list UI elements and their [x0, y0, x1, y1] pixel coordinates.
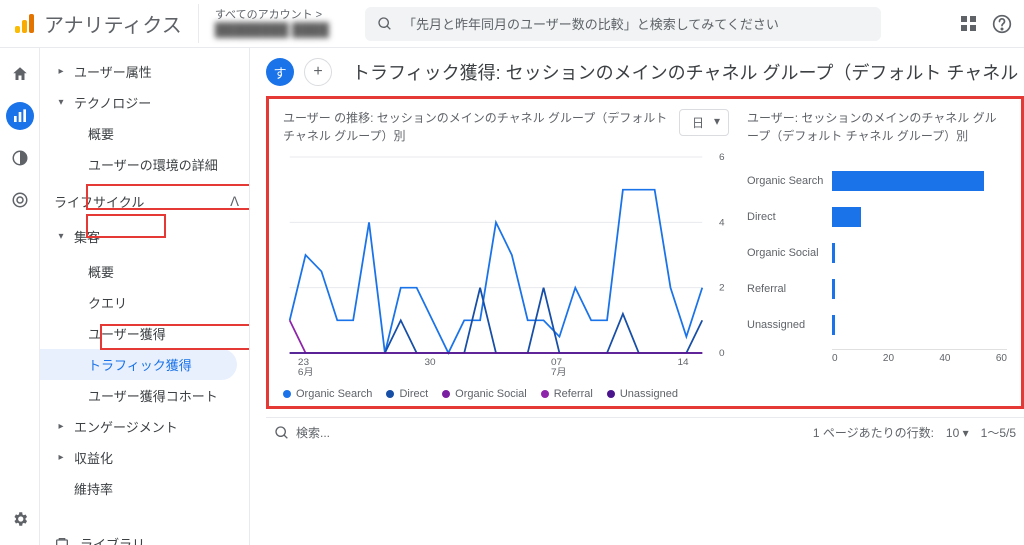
search-icon [274, 425, 290, 441]
svg-text:7月: 7月 [551, 367, 567, 377]
apps-icon[interactable] [961, 16, 976, 31]
svg-text:30: 30 [424, 357, 435, 367]
page-range: 1～5/5 [981, 424, 1016, 441]
bar-chart: Organic SearchDirectOrganic SocialReferr… [747, 163, 1007, 343]
nav-retention[interactable]: 維持率 [40, 473, 249, 504]
account-selector[interactable]: すべてのアカウント > ████████ ████ [198, 4, 345, 43]
bar-chart-title: ユーザー: セッションのメインのチャネル グループ（デフォルト チャネル グルー… [747, 109, 1007, 145]
svg-text:4: 4 [719, 218, 725, 228]
nav-acq-query[interactable]: クエリ [40, 287, 249, 318]
legend-item[interactable]: Organic Search [283, 388, 372, 400]
granularity-select[interactable]: 日 [679, 109, 729, 136]
nav-acq-cohort[interactable]: ユーザー獲得コホート [40, 380, 249, 411]
rows-per-page-label: 1 ページあたりの行数: [813, 424, 934, 441]
bar-chart-axis: 0204060 [832, 349, 1007, 364]
nav-tech-overview[interactable]: 概要 [40, 118, 249, 149]
rail-home-icon[interactable] [6, 60, 34, 88]
nav-acq-traffic[interactable]: トラフィック獲得 [40, 349, 237, 380]
analytics-logo-icon [12, 12, 36, 36]
table-search[interactable]: 検索... [274, 424, 803, 441]
legend-item[interactable]: Referral [541, 388, 593, 400]
highlighted-panel: ユーザー の推移: セッションのメインのチャネル グループ（デフォルト チャネル… [266, 96, 1024, 409]
page-title: トラフィック獲得: セッションのメインのチャネル グループ（デフォルト チャネル [352, 59, 1018, 85]
bar-row: Organic Search [747, 163, 1007, 199]
line-chart-legend: Organic Search Direct Organic Social Referr… [283, 388, 729, 400]
svg-text:14: 14 [677, 357, 689, 367]
legend-item[interactable]: Unassigned [607, 388, 678, 400]
nav-technology[interactable]: ▾テクノロジー [40, 87, 249, 118]
bar-row: Direct [747, 199, 1007, 235]
nav-acquisition[interactable]: ▾集客 [40, 221, 249, 252]
svg-text:6: 6 [719, 152, 725, 162]
add-segment-button[interactable]: + [304, 58, 332, 86]
svg-text:23: 23 [298, 357, 309, 367]
main-area: す + トラフィック獲得: セッションのメインのチャネル グループ（デフォルト … [250, 48, 1024, 545]
nav-acq-overview[interactable]: 概要 [40, 256, 249, 287]
bar-row: Referral [747, 271, 1007, 307]
legend-item[interactable]: Organic Social [442, 388, 527, 400]
svg-text:2: 2 [719, 283, 725, 293]
svg-text:6月: 6月 [298, 367, 314, 377]
search-input[interactable]: 「先月と昨年同月のユーザー数の比較」と検索してみてください [365, 7, 881, 41]
rail-reports-icon[interactable] [6, 102, 34, 130]
nav-acq-user[interactable]: ユーザー獲得 [40, 318, 249, 349]
search-icon [377, 16, 393, 32]
nav-library[interactable]: ライブラリ [40, 528, 249, 545]
bar-row: Unassigned [747, 307, 1007, 343]
nav-tech-detail[interactable]: ユーザーの環境の詳細 [40, 149, 249, 180]
table-controls: 検索... 1 ページあたりの行数: 10 ▾ 1～5/5 [266, 417, 1024, 447]
side-nav: ▸ユーザー属性 ▾テクノロジー 概要 ユーザーの環境の詳細 ライフサイクルᐱ ▾… [40, 48, 250, 545]
rail-admin-icon[interactable] [6, 505, 34, 533]
nav-engagement[interactable]: ▸エンゲージメント [40, 411, 249, 442]
nav-lifecycle[interactable]: ライフサイクルᐱ [40, 186, 249, 217]
nav-monetization[interactable]: ▸収益化 [40, 442, 249, 473]
svg-text:07: 07 [551, 357, 562, 367]
segment-bubble[interactable]: す [266, 58, 294, 86]
legend-item[interactable]: Direct [386, 388, 428, 400]
rail-explore-icon[interactable] [6, 144, 34, 172]
help-icon[interactable] [992, 14, 1012, 34]
product-name: アナリティクス [44, 9, 182, 38]
rail-advertising-icon[interactable] [6, 186, 34, 214]
rows-per-page-select[interactable]: 10 ▾ [946, 426, 969, 440]
bar-row: Organic Social [747, 235, 1007, 271]
left-rail [0, 48, 40, 545]
nav-user-attributes[interactable]: ▸ユーザー属性 [40, 56, 249, 87]
library-icon [54, 536, 70, 545]
line-chart-title: ユーザー の推移: セッションのメインのチャネル グループ（デフォルト チャネル… [283, 109, 669, 145]
line-chart: 0 2 4 6 236月 30 077月 14 [283, 151, 729, 381]
svg-text:0: 0 [719, 348, 725, 358]
